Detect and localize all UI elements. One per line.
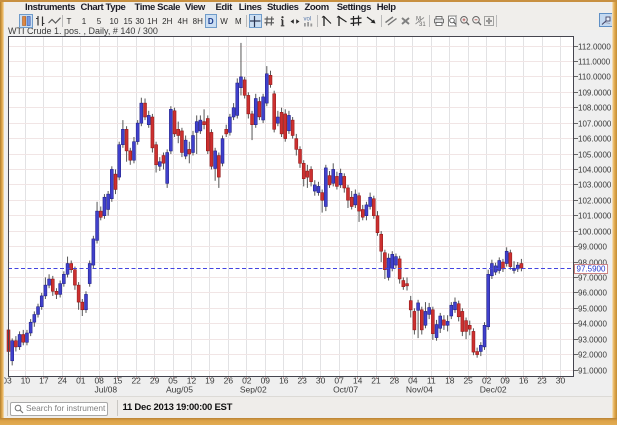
svg-text:112.0000: 112.0000 [578,42,611,51]
svg-text:97.0000: 97.0000 [578,273,607,282]
svg-text:Dec/02: Dec/02 [480,385,507,395]
svg-text:100.0000: 100.0000 [578,227,612,236]
svg-text:96.0000: 96.0000 [578,288,607,297]
svg-text:91.0000: 91.0000 [578,366,607,375]
svg-text:25: 25 [463,376,473,386]
svg-text:31: 31 [419,22,426,27]
svg-text:30: 30 [556,376,566,386]
svg-text:109.0000: 109.0000 [578,88,612,97]
svg-text:103.0000: 103.0000 [578,180,612,189]
svg-text:95.0000: 95.0000 [578,304,607,313]
svg-text:111.0000: 111.0000 [578,57,611,66]
svg-text:93.0000: 93.0000 [578,335,607,344]
svg-text:Oct/07: Oct/07 [333,385,358,395]
svg-text:21: 21 [371,376,381,386]
svg-text:22: 22 [131,376,141,386]
svg-text:23: 23 [297,376,307,386]
svg-text:101.0000: 101.0000 [578,211,612,220]
svg-text:16: 16 [519,376,529,386]
svg-text:110.0000: 110.0000 [578,72,611,81]
svg-text:108.0000: 108.0000 [578,103,612,112]
svg-text:102.0000: 102.0000 [578,196,612,205]
svg-text:94.0000: 94.0000 [578,319,607,328]
svg-text:17: 17 [39,376,49,386]
svg-text:26: 26 [224,376,234,386]
svg-text:10: 10 [21,376,31,386]
svg-text:01: 01 [76,376,86,386]
svg-text:18: 18 [445,376,455,386]
svg-text:107.0000: 107.0000 [578,119,612,128]
svg-text:97.5900: 97.5900 [577,265,606,274]
svg-text:24: 24 [58,376,68,386]
svg-text:Jul/08: Jul/08 [94,385,117,395]
svg-text:19: 19 [205,376,215,386]
svg-text:vol: vol [304,17,312,23]
svg-text:29: 29 [150,376,160,386]
svg-text:105.0000: 105.0000 [578,150,612,159]
svg-text:Nov/04: Nov/04 [406,385,433,395]
svg-text:28: 28 [390,376,400,386]
svg-text:Aug/05: Aug/05 [166,385,193,395]
svg-text:Sep/02: Sep/02 [240,385,267,395]
svg-text:104.0000: 104.0000 [578,165,612,174]
svg-text:23: 23 [537,376,547,386]
svg-text:92.0000: 92.0000 [578,350,607,359]
svg-text:106.0000: 106.0000 [578,134,612,143]
svg-text:30: 30 [316,376,326,386]
svg-text:16: 16 [279,376,289,386]
svg-text:99.0000: 99.0000 [578,242,607,251]
